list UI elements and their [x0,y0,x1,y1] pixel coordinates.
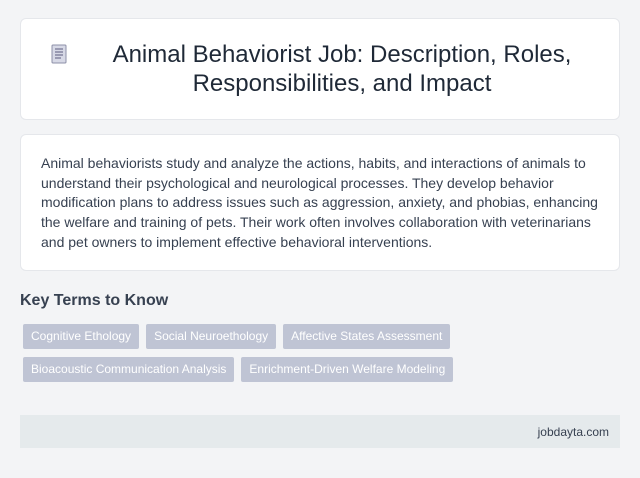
key-terms-heading: Key Terms to Know [20,292,169,309]
key-term-tag: Bioacoustic Communication Analysis [23,357,235,382]
footer-site-link[interactable]: jobdayta.com [538,425,609,439]
key-term-tag: Cognitive Ethology [23,324,140,349]
title-card: Animal Behaviorist Job: Description, Rol… [20,18,620,120]
summary-card: Animal behaviorists study and analyze th… [20,134,620,271]
page: Animal Behaviorist Job: Description, Rol… [0,0,640,478]
key-term-tag: Affective States Assessment [283,324,451,349]
key-term-tag: Social Neuroethology [146,324,277,349]
page-title: Animal Behaviorist Job: Description, Rol… [112,41,572,97]
footer: jobdayta.com [20,415,620,448]
title-row: Animal Behaviorist Job: Description, Rol… [51,40,589,98]
key-terms-list: Cognitive Ethology Social Neuroethology … [23,324,463,382]
key-term-tag: Enrichment-Driven Welfare Modeling [241,357,454,382]
summary-text: Animal behaviorists study and analyze th… [41,155,598,250]
document-icon [51,44,67,64]
